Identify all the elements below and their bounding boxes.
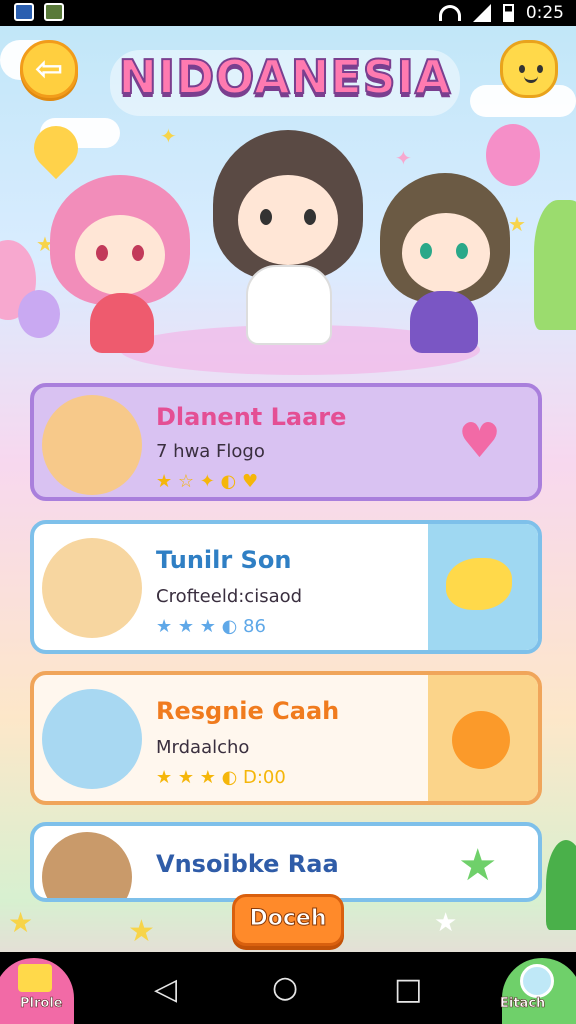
card-title: Dlanent Laare [156,403,347,431]
card-subtitle: Crofteeld:cisaod [156,586,303,607]
list-item[interactable]: Resgnie Caah Mrdaalcho ★ ★ ★ ◐ D:00 [30,671,542,805]
android-nav-bar: ◁ ○ □ [0,952,576,1024]
status-time: 0:25 [525,3,564,23]
back-button[interactable]: ⇦ [20,40,78,98]
app-notification-icon [14,3,34,21]
avatar [42,832,132,898]
tree-decoration [534,200,576,330]
nav-recents-icon[interactable]: □ [394,972,422,1007]
page-title: NIDOANESIA [110,49,460,116]
mascot-button[interactable] [500,40,558,98]
smiley-sun-icon [452,711,510,769]
battery-icon [502,4,514,22]
mascot-mouth [524,76,538,83]
card-title: Resgnie Caah [156,697,340,725]
rating: ★ ☆ ✦ ◐ ♥ [156,471,258,492]
card-action[interactable] [428,524,538,650]
card-action[interactable] [428,675,538,801]
primary-action-button[interactable]: Doceh [232,894,344,946]
star-icon: ★ [8,906,34,939]
arrow-left-icon: ⇦ [34,49,64,89]
rating-text: ★ ☆ ✦ ◐ ♥ [156,471,259,492]
fish-icon [446,558,512,610]
list-item[interactable]: Vnsoibke Raa ★ [30,822,542,902]
mascot-eye [537,65,543,73]
avatar [42,538,142,638]
card-subtitle: Mrdaalcho [156,737,250,758]
character-dark-hair[interactable] [208,125,368,355]
crown-icon [18,964,52,992]
nav-back-icon[interactable]: ◁ [154,972,177,1007]
profile-label: Plrole [20,996,63,1012]
rating: ★ ★ ★ ◐ 86 [156,616,266,637]
tree-decoration [546,840,576,930]
image-notification-icon [44,3,64,21]
heart-icon: ♥ [458,413,502,469]
star-icon: ★ [458,840,498,891]
mascot-eye [519,65,525,73]
card-title: Vnsoibke Raa [156,850,339,878]
card-action[interactable]: ♥ [428,387,538,497]
list-item[interactable]: Dlanent Laare 7 hwa Flogo ★ ☆ ✦ ◐ ♥ ♥ [30,383,542,501]
status-bar: 0:25 [0,0,576,26]
character-pink-hair[interactable] [50,175,190,355]
globe-icon [520,964,554,998]
avatar [42,395,142,495]
search-label: Eitach [500,996,546,1012]
avatar [42,689,142,789]
star-icon: ★ [128,914,155,949]
card-action[interactable]: ★ [428,826,538,898]
rating-text: ★ ★ ★ ◐ D:00 [156,767,286,788]
rating: ★ ★ ★ ◐ D:00 [156,767,286,788]
signal-icon [472,4,491,22]
character-green-eyes[interactable] [380,173,520,363]
rating-text: ★ ★ ★ ◐ 86 [156,616,266,637]
wifi-icon [438,5,461,21]
card-title: Tunilr Son [156,546,292,574]
card-subtitle: 7 hwa Flogo [156,441,265,462]
list-item[interactable]: Tunilr Son Crofteeld:cisaod ★ ★ ★ ◐ 86 [30,520,542,654]
character-showcase [40,125,540,375]
sparkle-icon: ★ [434,908,458,938]
nav-home-icon[interactable]: ○ [272,970,298,1005]
